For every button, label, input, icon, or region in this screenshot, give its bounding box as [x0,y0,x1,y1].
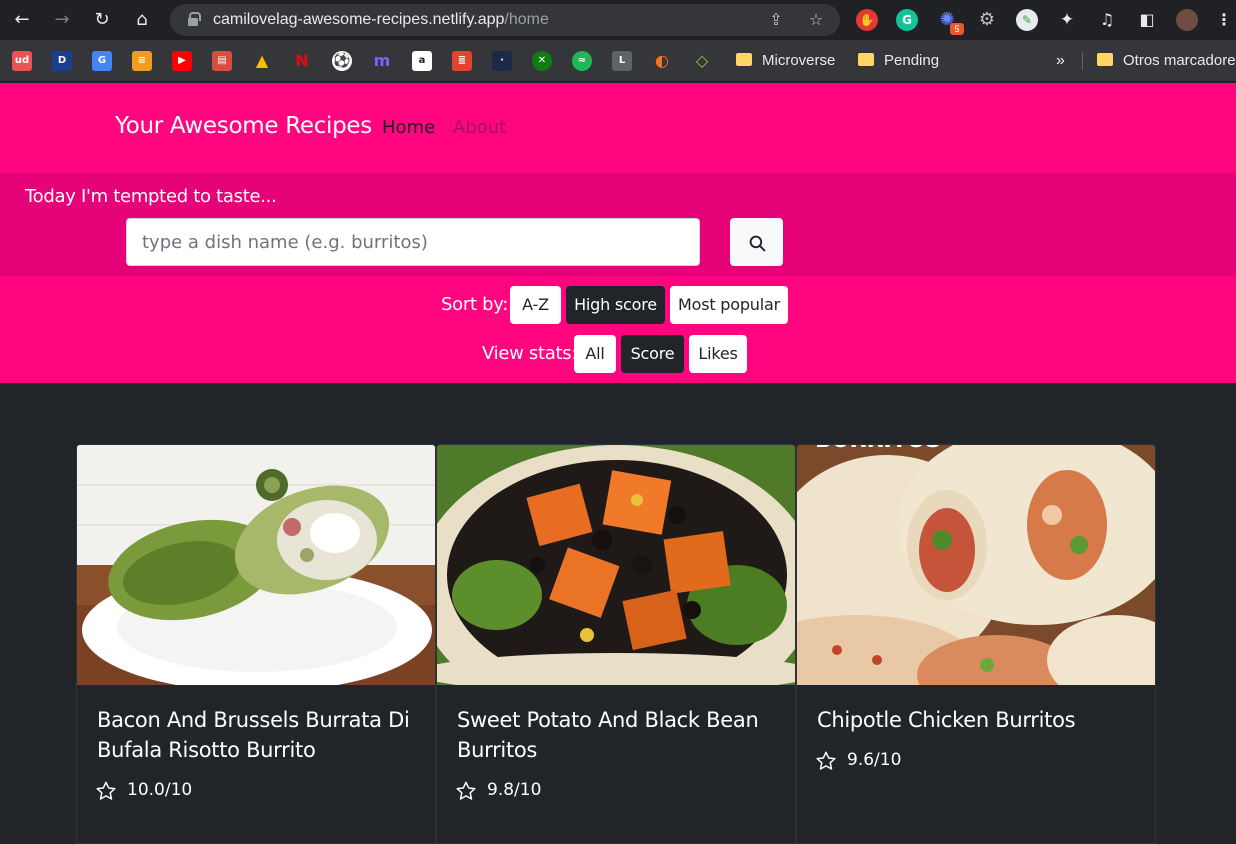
side-panel-icon[interactable]: ◧ [1136,9,1158,31]
filter-section: Sort by: A-Z High score Most popular Vie… [0,276,1236,383]
sort-az-button[interactable]: A-Z [510,286,561,324]
bookmark-star-icon[interactable]: ☆ [806,10,826,30]
bookmarks-divider [1082,52,1083,70]
todoist-bookmark-icon[interactable]: ≣ [452,51,472,71]
home-icon[interactable]: ⌂ [130,8,154,32]
media-control-icon[interactable]: ♫ [1096,9,1118,31]
extension-badge: 5 [950,23,964,35]
recipe-card[interactable]: Bacon And Brussels Burrata Di Bufala Ris… [76,444,436,844]
amazon-bookmark-icon[interactable]: a [412,51,432,71]
search-button[interactable] [730,218,783,266]
recipe-image[interactable] [437,445,795,685]
folder-icon [858,53,874,66]
lock-icon [188,12,201,26]
ublock-extension-icon[interactable]: ✋ [856,9,878,31]
translate-bookmark-icon[interactable]: G [92,51,112,71]
color-extension-icon[interactable]: ✎ [1016,9,1038,31]
site-navbar: Your Awesome Recipes Home About [0,83,1236,173]
folder-icon [1097,53,1113,66]
score-value: 9.8/10 [487,780,542,800]
search-section: Today I'm tempted to taste... [0,173,1236,276]
soccer-bookmark-icon[interactable]: ⚽ [332,51,352,71]
l-bookmark-icon[interactable]: L [612,51,632,71]
search-input[interactable] [126,218,700,266]
puzzle-extensions-icon[interactable]: ✦ [1056,9,1078,31]
sort-label: Sort by: [441,294,509,315]
bookmark-folder-pending[interactable]: Pending [858,51,939,71]
recipe-card[interactable]: Sweet Potato And Black Bean Burritos 9.8… [436,444,796,844]
bookmarks-overflow-button[interactable]: » [1056,51,1065,71]
bookmark-folder-other[interactable]: Otros marcadores [1097,51,1236,71]
score-value: 10.0/10 [127,780,193,800]
image-caption-text: BURRITOS [815,445,941,453]
search-prompt: Today I'm tempted to taste... [25,186,277,207]
bookmarks-bar: ud D G ≡ ▶ ▤ ▲ N ⚽ m a ≣ · ✕ ≈ L ◐ ◇ Mic… [0,40,1236,82]
star-outline-icon [96,781,116,800]
gear-extension-icon[interactable]: ⚙ [976,9,998,31]
flag-bookmark-icon[interactable]: ▤ [212,51,232,71]
score-value: 9.6/10 [847,750,902,770]
dark-bookmark-icon[interactable]: · [492,51,512,71]
view-stats-label: View stats: [482,343,578,364]
back-arrow-icon[interactable]: ← [10,8,34,32]
recipe-title[interactable]: Bacon And Brussels Burrata Di Bufala Ris… [97,705,427,765]
spotify-bookmark-icon[interactable]: ≈ [572,51,592,71]
share-icon[interactable]: ⇪ [766,10,786,30]
profile-avatar[interactable] [1176,9,1198,31]
recipe-card[interactable]: BURRITOS Chipotle Chicken Burritos 9.6/1… [796,444,1156,844]
stats-all-button[interactable]: All [574,335,616,373]
diamond-bookmark-icon[interactable]: ◇ [692,51,712,71]
folder-icon [736,53,752,66]
netflix-bookmark-icon[interactable]: N [292,51,312,71]
stats-likes-button[interactable]: Likes [689,335,747,373]
bookmark-folder-microverse[interactable]: Microverse [736,51,835,71]
recipe-image[interactable] [77,445,435,685]
star-outline-icon [456,781,476,800]
xbox-bookmark-icon[interactable]: ✕ [532,51,552,71]
search-icon [749,235,766,252]
rss-bookmark-icon[interactable]: ≡ [132,51,152,71]
kebab-menu-icon[interactable]: ⋮ [1216,9,1232,31]
dashlane-bookmark-icon[interactable]: D [52,51,72,71]
crunchyroll-bookmark-icon[interactable]: ◐ [652,51,672,71]
address-bar[interactable]: camilovelag-awesome-recipes.netlify.app/… [170,4,840,36]
sort-most-popular-button[interactable]: Most popular [670,286,788,324]
nav-link-home[interactable]: Home [382,117,435,138]
brand-logo[interactable]: Your Awesome Recipes [115,113,372,139]
recipe-image[interactable]: BURRITOS [797,445,1155,685]
sort-high-score-button[interactable]: High score [566,286,665,324]
udemy-bookmark-icon[interactable]: ud [12,51,32,71]
forward-arrow-icon[interactable]: → [50,8,74,32]
url-text[interactable]: camilovelag-awesome-recipes.netlify.app/… [213,11,549,29]
reload-icon[interactable]: ↻ [90,8,114,32]
m-bookmark-icon[interactable]: m [372,51,392,71]
stats-score-button[interactable]: Score [621,335,684,373]
recipe-title[interactable]: Sweet Potato And Black Bean Burritos [457,705,787,765]
star-outline-icon [816,751,836,770]
browser-toolbar: ← → ↻ ⌂ camilovelag-awesome-recipes.netl… [0,0,1236,40]
nav-link-about[interactable]: About [453,117,506,138]
grammarly-extension-icon[interactable]: G [896,9,918,31]
google-drive-bookmark-icon[interactable]: ▲ [252,51,272,71]
recipe-title[interactable]: Chipotle Chicken Burritos [817,705,1147,735]
youtube-bookmark-icon[interactable]: ▶ [172,51,192,71]
